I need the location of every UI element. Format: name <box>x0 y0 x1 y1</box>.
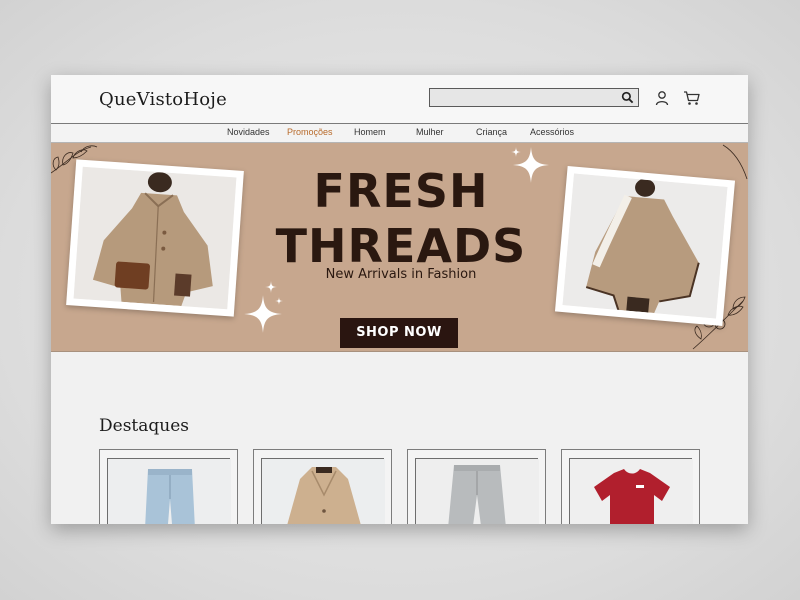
site-header: QueVistoHoje <box>51 75 748 123</box>
nav-item-mulher[interactable]: Mulher <box>416 127 444 137</box>
nav-item-promocoes[interactable]: Promoções <box>287 127 333 137</box>
nav-item-acessorios[interactable]: Acessórios <box>530 127 574 137</box>
product-image-jeans-light[interactable] <box>107 458 231 524</box>
banner-subheadline: New Arrivals in Fashion <box>325 267 477 282</box>
main-nav: Novidades Promoções Homem Mulher Criança… <box>51 123 748 143</box>
search-icon[interactable] <box>621 91 634 104</box>
nav-item-homem[interactable]: Homem <box>354 127 386 137</box>
browser-window: QueVistoHoje Novidades Promoções Homem M… <box>51 75 748 524</box>
leaf-decoration <box>722 144 748 180</box>
user-icon[interactable] <box>655 90 669 106</box>
product-image-grey-jeans[interactable] <box>415 458 539 524</box>
cart-icon[interactable] <box>683 90 701 106</box>
search-input[interactable] <box>429 88 639 107</box>
product-card[interactable] <box>253 449 392 524</box>
product-card[interactable] <box>561 449 700 524</box>
site-logo[interactable]: QueVistoHoje <box>99 89 227 110</box>
banner-headline-line2: THREADS <box>275 219 527 273</box>
product-card[interactable] <box>407 449 546 524</box>
nav-item-novidades[interactable]: Novidades <box>227 127 270 137</box>
shop-now-button[interactable]: SHOP NOW <box>340 318 458 348</box>
nav-item-crianca[interactable]: Criança <box>476 127 507 137</box>
section-title-destaques: Destaques <box>99 416 189 436</box>
product-image-red-tshirt[interactable] <box>569 458 693 524</box>
sparkle-icon <box>511 147 521 157</box>
product-card[interactable] <box>99 449 238 524</box>
sparkle-icon <box>265 281 277 293</box>
sparkle-icon <box>275 297 283 305</box>
product-image-beige-coat[interactable] <box>261 458 385 524</box>
hero-banner[interactable]: FRESH THREADS New Arrivals in Fashion SH… <box>51 143 748 352</box>
